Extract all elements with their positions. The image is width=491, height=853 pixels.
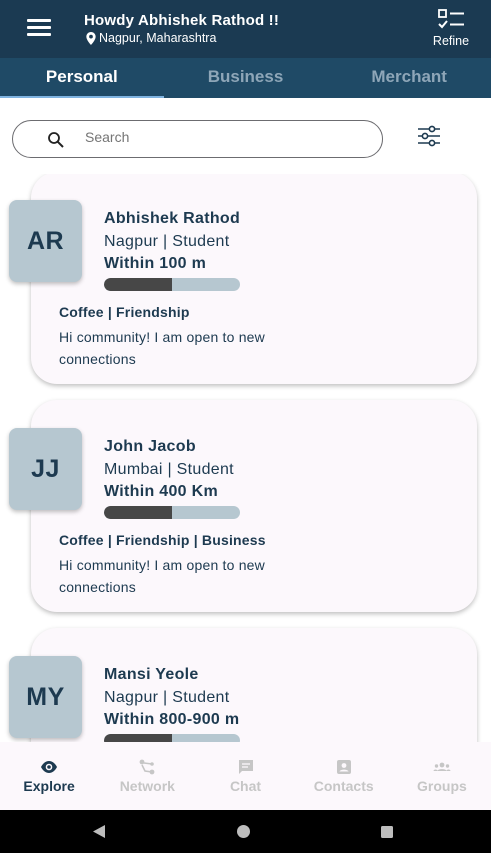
search-area	[0, 98, 491, 174]
profile-subtitle: Nagpur | Student	[104, 689, 230, 706]
chat-icon	[238, 760, 253, 774]
search-icon	[48, 132, 64, 148]
profile-name: John Jacob	[104, 438, 196, 455]
tab-business[interactable]: Business	[164, 58, 328, 98]
contacts-icon	[336, 760, 351, 774]
nav-label: Chat	[229, 778, 262, 794]
profile-card[interactable]: Mansi Yeole Nagpur | Student Within 800-…	[31, 628, 477, 742]
eye-icon	[41, 761, 58, 773]
profile-list: Abhishek Rathod Nagpur | Student Within …	[0, 174, 491, 742]
profile-distance: Within 800-900 m	[104, 711, 240, 728]
recents-icon[interactable]	[380, 825, 394, 839]
back-icon[interactable]	[92, 824, 106, 839]
nav-explore[interactable]: Explore	[0, 742, 98, 810]
checklist-icon	[438, 9, 464, 29]
profile-bio: Hi community! I am open to new connectio…	[59, 329, 265, 367]
home-icon[interactable]	[236, 824, 251, 839]
hamburger-menu-icon[interactable]	[27, 19, 51, 37]
profile-card[interactable]: John Jacob Mumbai | Student Within 400 K…	[31, 400, 477, 612]
avatar: MY	[9, 656, 82, 738]
profile-tags: Coffee | Friendship | Business	[59, 532, 266, 548]
tab-bar: Personal Business Merchant	[0, 58, 491, 98]
profile-distance: Within 100 m	[104, 255, 207, 272]
profile-distance: Within 400 Km	[104, 483, 218, 500]
groups-icon	[433, 762, 451, 771]
location-text: Nagpur, Maharashtra	[86, 31, 216, 45]
profile-name: Mansi Yeole	[104, 666, 199, 683]
distance-progress-bar	[104, 278, 240, 291]
profile-subtitle: Mumbai | Student	[104, 461, 234, 478]
system-nav-bar	[0, 810, 491, 853]
greeting-text: Howdy Abhishek Rathod !!	[84, 12, 280, 29]
nav-label: Groups	[417, 778, 467, 794]
location-pin-icon	[86, 31, 96, 45]
nav-network[interactable]: Network	[98, 742, 196, 810]
tab-personal[interactable]: Personal	[0, 58, 164, 98]
search-input[interactable]	[85, 129, 355, 145]
avatar: JJ	[9, 428, 82, 510]
nav-label: Contacts	[313, 778, 374, 794]
nav-chat[interactable]: Chat	[196, 742, 294, 810]
nav-label: Network	[119, 778, 175, 794]
distance-progress-bar	[104, 506, 240, 519]
avatar: AR	[9, 200, 82, 282]
filter-sliders-icon[interactable]	[416, 125, 442, 147]
location-label: Nagpur, Maharashtra	[99, 31, 217, 45]
profile-tags: Coffee | Friendship	[59, 304, 190, 320]
nav-contacts[interactable]: Contacts	[295, 742, 393, 810]
profile-subtitle: Nagpur | Student	[104, 233, 230, 250]
tab-merchant[interactable]: Merchant	[327, 58, 491, 98]
nav-label: Explore	[23, 778, 75, 794]
bottom-nav: Explore Network Chat Contacts Groups	[0, 742, 491, 810]
profile-bio: Hi community! I am open to new connectio…	[59, 557, 265, 595]
search-box[interactable]	[12, 120, 383, 158]
distance-progress-bar	[104, 734, 240, 742]
profile-name: Abhishek Rathod	[104, 210, 241, 227]
profile-card[interactable]: Abhishek Rathod Nagpur | Student Within …	[31, 174, 477, 384]
app-header: Howdy Abhishek Rathod !! Nagpur, Maharas…	[0, 0, 491, 58]
nav-groups[interactable]: Groups	[393, 742, 491, 810]
refine-button[interactable]: Refine	[429, 8, 473, 48]
network-icon	[139, 759, 155, 775]
refine-label: Refine	[432, 34, 470, 48]
